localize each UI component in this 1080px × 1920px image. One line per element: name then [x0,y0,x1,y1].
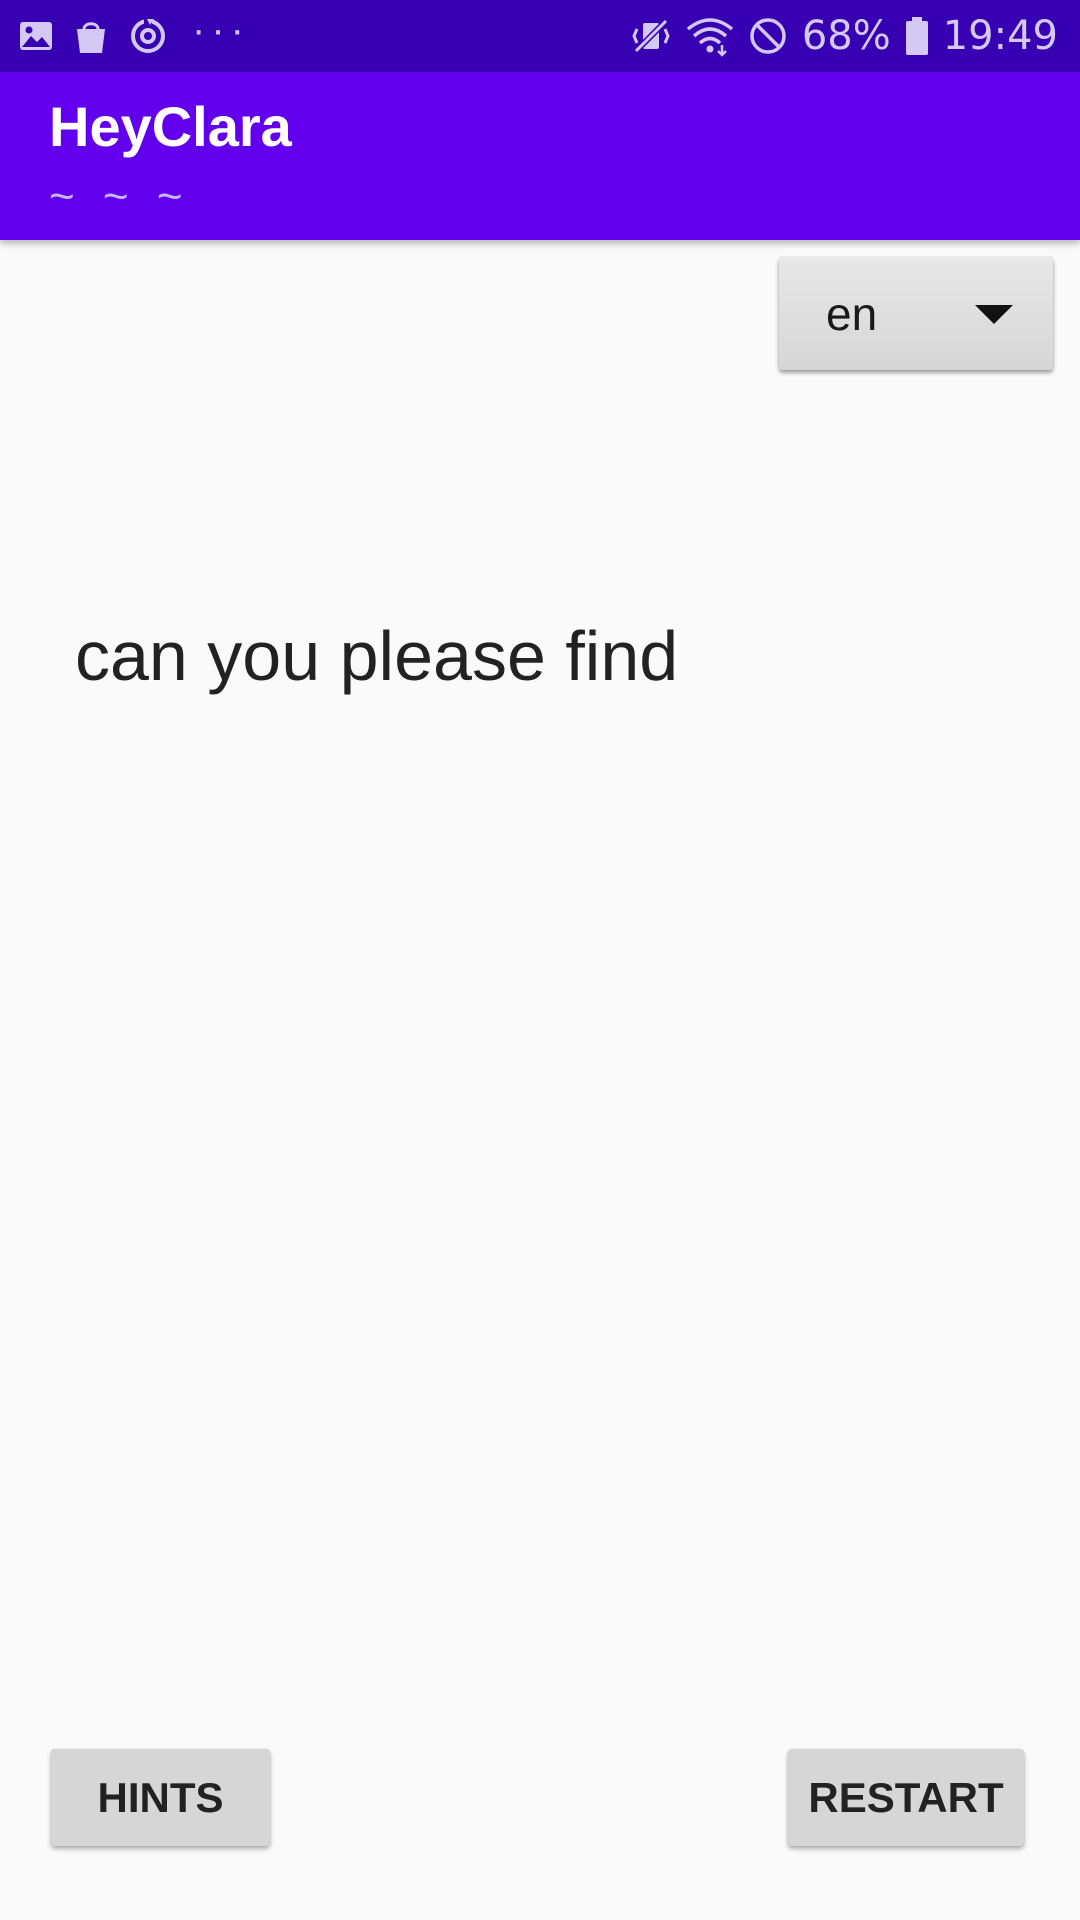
language-spinner-value: en [826,288,878,340]
app-subtitle: ~ ~ ~ [49,172,191,221]
system-icons: 68% 19:49 [630,10,1058,62]
gallery-icon [20,22,52,50]
app-title: HeyClara [49,95,292,158]
dropdown-arrow-icon [975,305,1013,324]
language-spinner[interactable]: en [779,257,1053,370]
status-bar: ··· 68% 19:49 [0,0,1080,72]
hints-button[interactable]: HINTS [51,1749,270,1846]
wifi-icon [686,18,733,57]
battery-icon [905,17,928,55]
clock: 19:49 [942,13,1058,59]
vibrate-mute-icon [632,18,670,54]
do-not-disturb-icon [750,18,786,54]
phrase-text: can you please find [75,617,679,695]
more-notifications-indicator: ··· [192,8,250,52]
shopping-bag-icon [77,22,105,53]
app-bar: HeyClara ~ ~ ~ [0,72,1080,240]
sync-icon [131,18,165,53]
restart-button[interactable]: RESTART [788,1749,1024,1846]
notification-icons: ··· [18,8,250,58]
battery-percentage: 68% [801,13,891,59]
